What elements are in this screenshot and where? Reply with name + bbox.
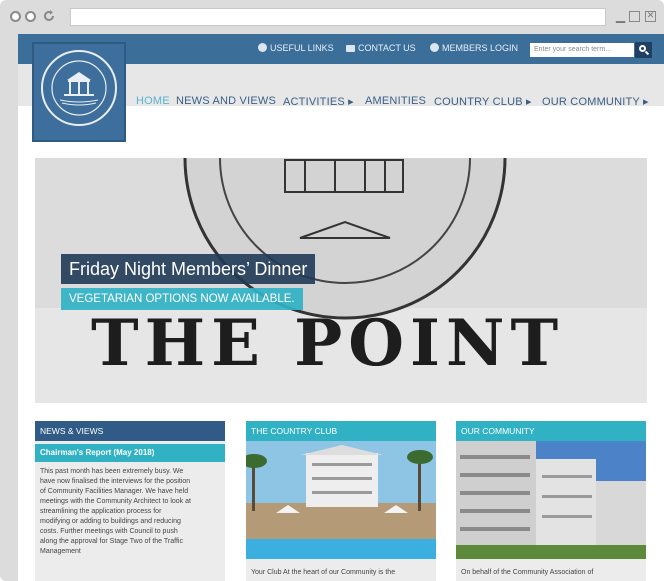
community-photo[interactable] xyxy=(456,441,646,559)
browser-window: ▁ ✕ USEFUL LINKS CONTACT US MEMBERS LOGI… xyxy=(0,0,664,581)
nav-activities[interactable]: ACTIVITIES ▸ xyxy=(283,95,354,108)
maximize-icon[interactable] xyxy=(629,11,640,22)
news-line: meetings with the Community Architect to… xyxy=(40,498,191,505)
news-article-excerpt: This past month has been extremely busy.… xyxy=(35,462,225,562)
nav-news-and-views[interactable]: NEWS AND VIEWS xyxy=(176,95,276,107)
useful-links-link[interactable]: USEFUL LINKS xyxy=(258,43,334,53)
news-line: have now finalised the interviews for th… xyxy=(40,478,191,485)
logo-seal-icon xyxy=(41,50,117,126)
nav-amenities[interactable]: AMENITIES xyxy=(365,95,426,107)
contact-us-link[interactable]: CONTACT US xyxy=(346,43,416,53)
country-club-photo[interactable] xyxy=(241,441,436,559)
address-bar[interactable] xyxy=(70,8,606,26)
news-line: modifying or adding to buildings and red… xyxy=(40,518,181,525)
community-panel: OUR COMMUNITY On behalf of the Community… xyxy=(456,421,646,581)
news-panel-heading[interactable]: NEWS & VIEWS xyxy=(35,421,225,441)
country-club-heading[interactable]: THE COUNTRY CLUB xyxy=(246,421,436,441)
hero-title[interactable]: Friday Night Members’ Dinner xyxy=(61,254,316,284)
hero-sign-text: THE POINT xyxy=(91,306,565,381)
community-excerpt: On behalf of the Community Association o… xyxy=(461,569,594,576)
search-button[interactable] xyxy=(635,42,652,58)
site-logo[interactable] xyxy=(32,42,126,142)
members-login-link[interactable]: MEMBERS LOGIN xyxy=(430,43,518,53)
close-icon[interactable]: ✕ xyxy=(645,11,656,22)
news-line: of Community Facilities Manager. We have… xyxy=(40,488,189,495)
news-panel: NEWS & VIEWS Chairman's Report (May 2018… xyxy=(35,421,225,581)
members-login-label: MEMBERS LOGIN xyxy=(442,43,519,53)
community-heading[interactable]: OUR COMMUNITY xyxy=(456,421,646,441)
user-icon xyxy=(430,43,439,52)
search-input[interactable]: Enter your search term... xyxy=(530,43,634,57)
forward-icon[interactable] xyxy=(25,11,36,22)
page-viewport: USEFUL LINKS CONTACT US MEMBERS LOGIN En… xyxy=(18,34,664,581)
nav-home[interactable]: HOME xyxy=(136,95,170,107)
news-line: This past month has been extremely busy.… xyxy=(40,468,184,475)
envelope-icon xyxy=(346,45,355,52)
useful-links-label: USEFUL LINKS xyxy=(270,43,334,53)
news-line: costs. Further meetings with Council to … xyxy=(40,528,178,535)
news-line: along the approval for Stage Two of the … xyxy=(40,538,183,545)
news-line: streamlining the application process for xyxy=(40,508,162,515)
nav-country-club[interactable]: COUNTRY CLUB ▸ xyxy=(434,95,532,108)
hero-slider[interactable]: Friday Night Members’ Dinner VEGETARIAN … xyxy=(35,158,647,403)
contact-us-label: CONTACT US xyxy=(358,43,416,53)
back-icon[interactable] xyxy=(10,11,21,22)
minimize-icon[interactable]: ▁ xyxy=(614,10,627,23)
reload-icon[interactable] xyxy=(42,9,56,23)
nav-our-community[interactable]: OUR COMMUNITY ▸ xyxy=(542,95,649,108)
news-article-title[interactable]: Chairman's Report (May 2018) xyxy=(35,444,225,462)
country-club-panel: THE COUNTRY CLUB Your Club At the heart … xyxy=(241,421,436,581)
country-club-excerpt: Your Club At the heart of our Community … xyxy=(251,569,396,576)
news-line: Management xyxy=(40,548,81,555)
browser-toolbar: ▁ ✕ xyxy=(0,0,664,34)
info-icon xyxy=(258,43,267,52)
